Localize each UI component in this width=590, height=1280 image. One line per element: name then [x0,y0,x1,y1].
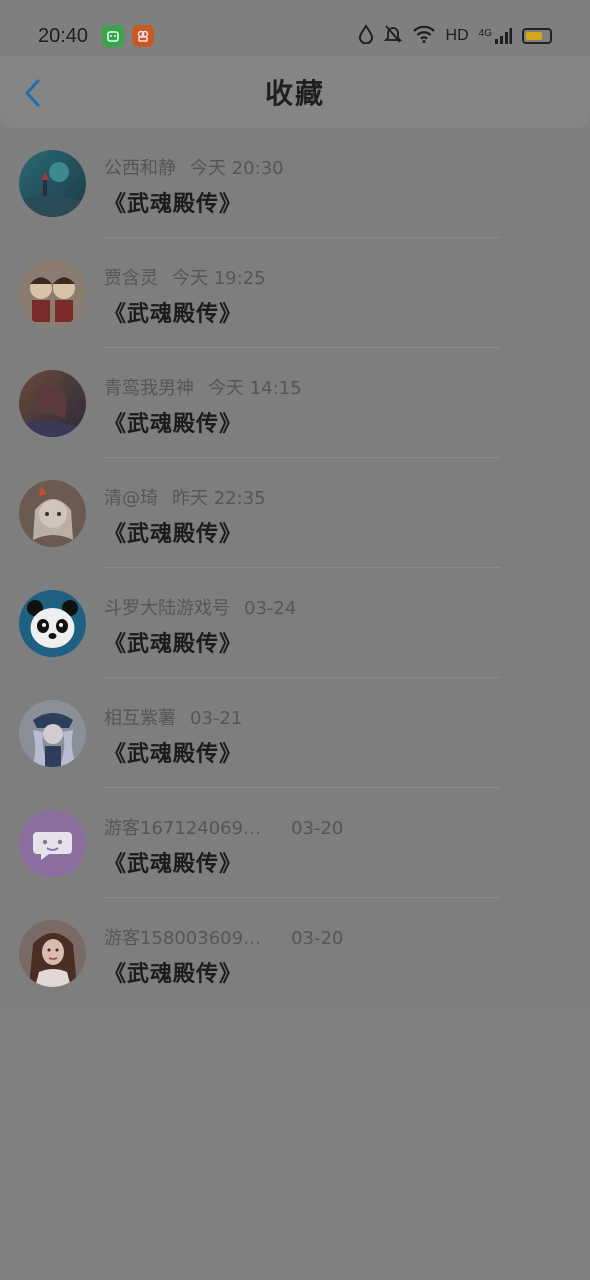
favorite-time: 03-24 [244,598,297,619]
status-time: 20:40 [38,24,89,47]
favorite-user: 斗罗大陆游戏号 [104,598,230,619]
back-button[interactable] [18,76,48,110]
favorite-item[interactable]: 相互紫薯 03-21 《武魂殿传》 [0,678,590,788]
page-title: 收藏 [264,77,325,110]
avatar[interactable] [19,260,86,327]
favorite-item[interactable]: 斗罗大陆游戏号 03-24 《武魂殿传》 [0,568,590,678]
favorite-user: 贾含灵 [104,268,158,289]
favorite-title[interactable]: 《武魂殿传》 [104,406,242,438]
favorite-item[interactable]: 游客158003609… 03-20 《武魂殿传》 [0,898,590,1008]
avatar[interactable] [19,590,86,657]
favorite-time: 今天 20:30 [190,158,284,179]
favorite-item[interactable]: 公西和静 今天 20:30 《武魂殿传》 [0,128,590,238]
hd-label: HD [445,27,469,44]
favorite-item[interactable]: 贾含灵 今天 19:25 《武魂殿传》 [0,238,590,348]
favorite-meta: 公西和静 今天 20:30 [104,154,284,180]
favorite-user: 公西和静 [104,158,176,179]
favorite-user: 游客167124069… [104,818,262,839]
avatar[interactable] [19,370,86,437]
chevron-left-icon [25,79,40,107]
favorite-user: 清@琦 [104,488,158,509]
favorite-meta: 游客167124069… 03-20 [104,814,343,840]
favorite-title[interactable]: 《武魂殿传》 [104,186,242,218]
favorite-item[interactable]: 青鸾我男神 今天 14:15 《武魂殿传》 [0,348,590,458]
favorites-list: 公西和静 今天 20:30 《武魂殿传》 贾含灵 今天 19:25 《武魂殿传》 青… [0,128,590,1008]
avatar[interactable] [19,700,86,767]
favorite-item[interactable]: 游客167124069… 03-20 《武魂殿传》 [0,788,590,898]
favorite-meta: 青鸾我男神 今天 14:15 [104,374,302,400]
app-notification-icon [132,25,155,47]
avatar[interactable] [19,150,86,217]
favorite-time: 03-21 [190,708,243,729]
favorite-title[interactable]: 《武魂殿传》 [104,516,242,548]
favorite-time: 03-20 [291,928,344,949]
favorite-user: 青鸾我男神 [104,378,194,399]
favorite-meta: 贾含灵 今天 19:25 [104,264,266,290]
battery-icon [522,28,552,44]
favorite-user: 相互紫薯 [104,708,176,729]
avatar[interactable] [19,920,86,987]
favorite-title[interactable]: 《武魂殿传》 [104,296,242,328]
wifi-icon [412,25,436,47]
favorite-meta: 斗罗大陆游戏号 03-24 [104,594,296,620]
title-bar: 收藏 [0,56,590,128]
avatar[interactable] [19,480,86,547]
favorite-item[interactable]: 清@琦 昨天 22:35 《武魂殿传》 [0,458,590,568]
network-type-label: 4G [478,28,492,39]
favorite-title[interactable]: 《武魂殿传》 [104,736,242,768]
mute-bell-icon [383,24,402,48]
favorite-title[interactable]: 《武魂殿传》 [104,846,242,878]
status-icons: HD 4G [358,24,552,48]
favorite-user: 游客158003609… [104,928,262,949]
favorite-meta: 清@琦 昨天 22:35 [104,484,266,510]
empty-area [0,1010,590,1280]
app-notification-icon [102,25,125,47]
favorite-meta: 相互紫薯 03-21 [104,704,242,730]
favorite-time: 昨天 22:35 [172,488,266,509]
battery-level [526,32,542,40]
favorite-title[interactable]: 《武魂殿传》 [104,956,242,988]
favorite-title[interactable]: 《武魂殿传》 [104,626,242,658]
favorite-meta: 游客158003609… 03-20 [104,924,343,950]
water-drop-icon [358,24,374,48]
favorite-time: 今天 14:15 [208,378,302,399]
favorite-time: 03-20 [291,818,344,839]
avatar[interactable] [19,810,86,877]
favorite-time: 今天 19:25 [172,268,266,289]
signal-icon: 4G [479,27,512,45]
